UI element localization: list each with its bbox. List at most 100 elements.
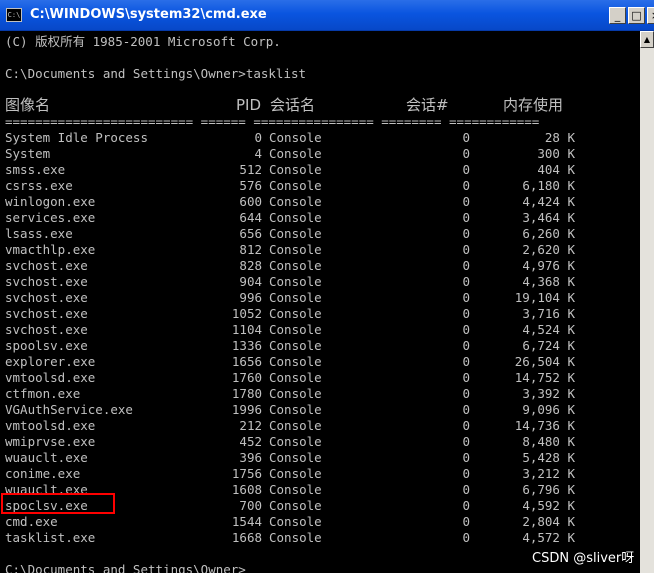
process-session-num: 0 xyxy=(462,274,470,289)
process-name: spoolsv.exe xyxy=(5,338,88,353)
process-session: Console xyxy=(269,514,322,529)
process-pid: 1052 xyxy=(231,306,262,321)
process-memory: 6,180 K xyxy=(522,178,575,193)
process-name: VGAuthService.exe xyxy=(5,402,133,417)
process-pid: 904 xyxy=(239,274,262,289)
copyright-line: (C) 版权所有 1985-2001 Microsoft Corp. xyxy=(5,34,281,49)
process-pid: 396 xyxy=(239,450,262,465)
process-memory: 26,504 K xyxy=(514,354,575,369)
process-session: Console xyxy=(269,226,322,241)
process-name: csrss.exe xyxy=(5,178,73,193)
process-memory: 14,752 K xyxy=(514,370,575,385)
process-name: wuauclt.exe xyxy=(5,450,88,465)
process-pid: 1608 xyxy=(231,482,262,497)
process-session: Console xyxy=(269,498,322,513)
process-memory: 404 K xyxy=(537,162,575,177)
process-name: winlogon.exe xyxy=(5,194,96,209)
header-session-name: 会话名 xyxy=(270,96,316,114)
process-memory: 300 K xyxy=(537,146,575,161)
process-session: Console xyxy=(269,402,322,417)
maximize-button[interactable]: □ xyxy=(628,7,645,24)
process-pid: 1336 xyxy=(231,338,262,353)
process-pid: 828 xyxy=(239,258,262,273)
vertical-scrollbar[interactable]: ▲ xyxy=(640,31,654,573)
process-name: conime.exe xyxy=(5,466,81,481)
process-session-num: 0 xyxy=(462,242,470,257)
console-output[interactable]: (C) 版权所有 1985-2001 Microsoft Corp. C:\Do… xyxy=(0,31,654,573)
process-memory: 3,464 K xyxy=(522,210,575,225)
process-session: Console xyxy=(269,466,322,481)
process-memory: 4,572 K xyxy=(522,530,575,545)
process-session-num: 0 xyxy=(462,338,470,353)
process-name: svchost.exe xyxy=(5,306,88,321)
highlight-annotation xyxy=(1,493,115,514)
process-pid: 512 xyxy=(239,162,262,177)
process-memory: 28 K xyxy=(544,130,575,145)
header-pid: PID xyxy=(236,96,262,114)
process-pid: 1780 xyxy=(231,386,262,401)
process-session-num: 0 xyxy=(462,210,470,225)
minimize-button[interactable]: _ xyxy=(609,7,626,24)
title-bar[interactable]: C:\ C:\WINDOWS\system32\cmd.exe _ □ × xyxy=(0,0,654,31)
process-memory: 4,424 K xyxy=(522,194,575,209)
process-name: explorer.exe xyxy=(5,354,96,369)
process-session-num: 0 xyxy=(462,130,470,145)
process-pid: 1756 xyxy=(231,466,262,481)
process-pid: 1668 xyxy=(231,530,262,545)
process-pid: 1996 xyxy=(231,402,262,417)
process-session-num: 0 xyxy=(462,226,470,241)
window-title: C:\WINDOWS\system32\cmd.exe xyxy=(30,7,267,22)
process-name: tasklist.exe xyxy=(5,530,96,545)
process-name: svchost.exe xyxy=(5,290,88,305)
process-name: services.exe xyxy=(5,210,96,225)
process-pid: 600 xyxy=(239,194,262,209)
process-memory: 6,260 K xyxy=(522,226,575,241)
process-session-num: 0 xyxy=(462,514,470,529)
process-pid: 700 xyxy=(239,498,262,513)
process-session-num: 0 xyxy=(462,194,470,209)
cmd-app-icon[interactable]: C:\ xyxy=(6,8,22,22)
header-separator: ========================= ====== =======… xyxy=(5,114,540,129)
process-session-num: 0 xyxy=(462,434,470,449)
process-session-num: 0 xyxy=(462,386,470,401)
process-session: Console xyxy=(269,258,322,273)
header-session-num: 会话# xyxy=(406,96,449,114)
process-session: Console xyxy=(269,146,322,161)
scroll-up-arrow-icon[interactable]: ▲ xyxy=(640,31,654,48)
close-button[interactable]: × xyxy=(647,7,654,24)
process-session: Console xyxy=(269,386,322,401)
process-name: System Idle Process xyxy=(5,130,148,145)
process-memory: 6,724 K xyxy=(522,338,575,353)
command-prompt: C:\Documents and Settings\Owner>tasklist xyxy=(5,66,307,81)
process-session-num: 0 xyxy=(462,466,470,481)
process-session-num: 0 xyxy=(462,146,470,161)
process-session: Console xyxy=(269,306,322,321)
process-session-num: 0 xyxy=(462,290,470,305)
process-name: svchost.exe xyxy=(5,258,88,273)
process-memory: 4,368 K xyxy=(522,274,575,289)
process-memory: 3,716 K xyxy=(522,306,575,321)
process-session: Console xyxy=(269,418,322,433)
process-name: smss.exe xyxy=(5,162,66,177)
process-session: Console xyxy=(269,178,322,193)
process-memory: 3,392 K xyxy=(522,386,575,401)
process-pid: 212 xyxy=(239,418,262,433)
process-session-num: 0 xyxy=(462,370,470,385)
process-session-num: 0 xyxy=(462,162,470,177)
cmd-window: C:\ C:\WINDOWS\system32\cmd.exe _ □ × (C… xyxy=(0,0,654,573)
process-session: Console xyxy=(269,194,322,209)
process-session: Console xyxy=(269,370,322,385)
process-pid: 452 xyxy=(239,434,262,449)
process-session: Console xyxy=(269,162,322,177)
process-session-num: 0 xyxy=(462,482,470,497)
process-session-num: 0 xyxy=(462,402,470,417)
process-name: cmd.exe xyxy=(5,514,58,529)
final-prompt: C:\Documents and Settings\Owner> xyxy=(5,562,246,573)
process-session-num: 0 xyxy=(462,498,470,513)
process-pid: 576 xyxy=(239,178,262,193)
watermark: CSDN @sliver呀 xyxy=(532,551,635,566)
process-memory: 19,104 K xyxy=(514,290,575,305)
process-session-num: 0 xyxy=(462,306,470,321)
process-session: Console xyxy=(269,482,322,497)
process-session-num: 0 xyxy=(462,258,470,273)
